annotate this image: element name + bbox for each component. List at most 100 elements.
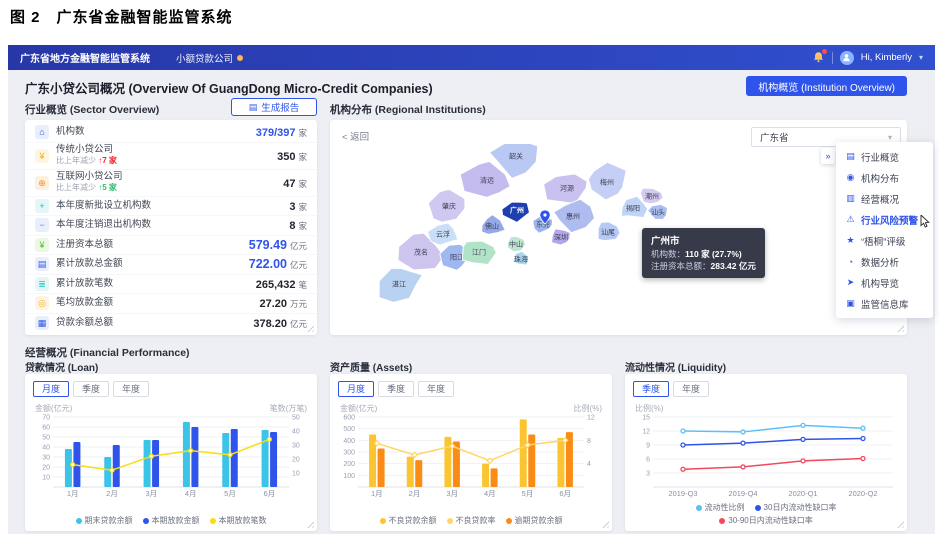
legend-item: 30日内流动性缺口率 [755, 502, 837, 513]
map-region-label: 云浮 [436, 230, 450, 239]
svg-text:3月: 3月 [145, 489, 157, 498]
svg-text:20: 20 [42, 465, 50, 472]
flyout-menu-item[interactable]: ➤机构导览 [836, 272, 933, 293]
tooltip-line: 机构数：110 家 (27.7%) [651, 249, 756, 261]
flyout-menu-item[interactable]: ▥ 经营概况 [836, 188, 933, 209]
svg-text:5月: 5月 [224, 489, 236, 498]
chart-tab[interactable]: 季度 [73, 381, 109, 397]
metric-icon: ▦ [35, 316, 49, 330]
sector-metric-row: ¥传统小贷公司比上年减少 ↑7 家350家 [25, 142, 317, 169]
avatar[interactable] [840, 51, 854, 65]
liquidity-chart-title: 流动性情况 (Liquidity) [625, 359, 726, 374]
document-icon: ▤ [249, 102, 258, 113]
svg-text:4: 4 [587, 461, 591, 468]
svg-text:3月: 3月 [446, 489, 458, 498]
svg-text:500: 500 [343, 426, 355, 433]
metric-value: 350家 [277, 147, 307, 165]
chart-tab[interactable]: 季度 [378, 381, 414, 397]
menu-item-icon: ◉ [845, 172, 856, 183]
chart-tab[interactable]: 月度 [33, 381, 69, 397]
map-tooltip: 广州市 机构数：110 家 (27.7%) 注册资本总额：283.42 亿元 [642, 228, 765, 278]
province-select-value: 广东省 [760, 130, 789, 144]
menu-item-label: 行业风险预警 [861, 213, 918, 227]
chart-tab[interactable]: 月度 [338, 381, 374, 397]
top-navbar: 广东省地方金融智能监管系统 小额贷款公司 Hi, Kimberly ▾ [8, 45, 935, 70]
chart-tab[interactable]: 年度 [113, 381, 149, 397]
report-button-label: 生成报告 [261, 100, 299, 114]
metric-label: 机构数 [56, 127, 256, 137]
svg-text:2019-Q3: 2019-Q3 [668, 489, 697, 498]
svg-text:1月: 1月 [371, 489, 383, 498]
svg-text:50: 50 [42, 435, 50, 442]
menu-item-label: 经营概况 [861, 192, 899, 206]
flyout-menu-item[interactable]: ◔数据分析 [836, 251, 933, 272]
divider [832, 52, 833, 64]
menu-item-icon: ▥ [845, 193, 856, 204]
pin-icon [237, 55, 243, 61]
svg-text:30: 30 [42, 455, 50, 462]
assets-chart-title: 资产质量 (Assets) [330, 359, 412, 374]
flyout-collapse-toggle[interactable]: » [821, 148, 835, 164]
menu-item-icon: ◔ [845, 257, 856, 267]
generate-report-button[interactable]: ▤ 生成报告 [231, 98, 317, 116]
flyout-menu-item[interactable]: ★“梧桐”评级 [836, 230, 933, 251]
flyout-menu-item[interactable]: ◉机构分布 [836, 167, 933, 188]
legend-item: 30-90日内流动性缺口率 [719, 515, 812, 526]
map-region-label: 潮州 [645, 192, 659, 201]
metric-note: 比上年减少 ↑5 家 [56, 184, 283, 193]
map-region-label: 梅州 [600, 178, 614, 187]
navbar-right: Hi, Kimberly ▾ [812, 51, 923, 65]
metric-label: 贷款余额总额 [56, 318, 253, 328]
map-region-label: 珠海 [514, 255, 528, 264]
sector-overview-label: 行业概览 (Sector Overview) [25, 102, 159, 117]
nav-tab-label: 小额贷款公司 [176, 51, 233, 65]
legend-dot-icon [210, 518, 216, 524]
legend-dot-icon [696, 505, 702, 511]
chart-tab[interactable]: 季度 [633, 381, 669, 397]
chart-tab[interactable]: 年度 [418, 381, 454, 397]
svg-text:3: 3 [646, 471, 650, 478]
metric-value: 3家 [289, 197, 307, 215]
svg-text:6月: 6月 [559, 489, 571, 498]
svg-text:10: 10 [292, 471, 300, 478]
map-region-label: 深圳 [554, 233, 568, 242]
legend-item: 不良贷款余额 [380, 515, 437, 526]
svg-text:12: 12 [642, 429, 650, 436]
svg-text:15: 15 [642, 415, 650, 422]
flyout-menu-item[interactable]: ▣监管信息库 [836, 293, 933, 314]
map-region-label: 清远 [480, 176, 494, 185]
menu-item-label: “梧桐”评级 [861, 234, 905, 248]
chevron-down-icon[interactable]: ▾ [919, 53, 923, 62]
page-title: 广东小贷公司概况 (Overview Of GuangDong Micro-Cr… [25, 78, 433, 97]
legend-dot-icon [719, 518, 725, 524]
nav-tab-microcredit[interactable]: 小额贷款公司 [176, 51, 243, 65]
sector-metric-row: +本年度新批设立机构数3家 [25, 196, 317, 216]
liquidity-chart-card: 季度年度 比例(%) 36912152019-Q32019-Q42020-Q12… [625, 374, 907, 531]
svg-text:4月: 4月 [484, 489, 496, 498]
guangdong-map: 湛江茂名阳江云浮肇庆清远韶关河源梅州潮州汕头揭阳汕尾惠州东莞深圳佛山江门中山珠海… [340, 144, 897, 334]
legend-dot-icon [380, 518, 386, 524]
flyout-menu: ▤行业概览◉机构分布 ▥ 经营概况 ⚠行业风险预警★“梧桐”评级◔数据分析➤机构导览▣… [836, 142, 933, 318]
legend-dot-icon [506, 518, 512, 524]
metric-label: 累计放款笔数 [56, 279, 256, 289]
menu-item-icon: ▤ [845, 151, 856, 162]
svg-text:2019-Q4: 2019-Q4 [728, 489, 757, 498]
notification-bell-icon[interactable] [812, 51, 825, 64]
sector-metric-row: ⌂机构数379/397家 [25, 122, 317, 142]
svg-text:30: 30 [292, 443, 300, 450]
chart-tab[interactable]: 年度 [673, 381, 709, 397]
back-link[interactable]: < 返回 [342, 129, 369, 143]
svg-text:2月: 2月 [106, 489, 118, 498]
metric-note: 比上年减少 ↑7 家 [56, 157, 277, 166]
svg-text:12: 12 [587, 415, 595, 422]
metric-icon: ⌂ [35, 125, 49, 139]
metric-icon: ¥ [35, 149, 49, 163]
username[interactable]: Hi, Kimberly [861, 52, 912, 63]
svg-text:9: 9 [646, 443, 650, 450]
map-region-label: 佛山 [485, 222, 499, 231]
flyout-menu-item[interactable]: ⚠行业风险预警 [836, 209, 933, 230]
flyout-menu-item[interactable]: ▤行业概览 [836, 146, 933, 167]
institution-overview-button[interactable]: 机构概览 (Institution Overview) [746, 76, 907, 96]
metric-icon: ≣ [35, 277, 49, 291]
metric-icon: ▤ [35, 257, 49, 271]
